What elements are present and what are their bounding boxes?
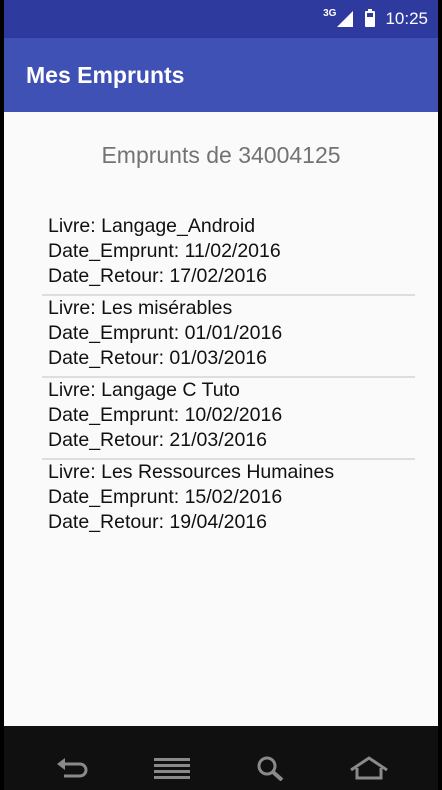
loan-return-date: Date_Retour: 21/03/2016 <box>48 429 267 451</box>
app-screen: 3G 10:25 Mes Emprunts Emprunts de 340041… <box>4 0 438 790</box>
loan-list-item[interactable]: Livre: Langage C Tuto Date_Emprunt: 10/0… <box>42 378 415 460</box>
loan-borrow-date: Date_Emprunt: 10/02/2016 <box>48 404 283 426</box>
back-icon <box>57 758 88 778</box>
app-bar-title: Mes Emprunts <box>26 61 185 88</box>
navigation-bar <box>4 726 438 790</box>
network-type-label: 3G <box>323 7 337 19</box>
home-icon <box>349 756 388 780</box>
back-button[interactable] <box>51 746 95 790</box>
loan-list-item[interactable]: Livre: Les misérables Date_Emprunt: 01/0… <box>42 296 415 378</box>
main-content: Emprunts de 34004125 Livre: Langage_Andr… <box>4 112 438 726</box>
search-icon <box>257 756 284 781</box>
menu-button[interactable] <box>150 746 194 790</box>
loan-return-date: Date_Retour: 19/04/2016 <box>48 511 267 533</box>
loan-book-title: Livre: Les misérables <box>48 297 233 319</box>
loan-return-date: Date_Retour: 17/02/2016 <box>48 265 267 287</box>
loan-list-item[interactable]: Livre: Langage_Android Date_Emprunt: 11/… <box>42 214 415 296</box>
search-button[interactable] <box>248 746 292 790</box>
status-time: 10:25 <box>385 9 428 28</box>
loan-book-title: Livre: Langage C Tuto <box>48 379 240 401</box>
loan-book-title: Livre: Langage_Android <box>48 215 256 237</box>
signal-icon <box>337 11 354 27</box>
loan-borrow-date: Date_Emprunt: 15/02/2016 <box>48 486 283 508</box>
battery-icon <box>365 9 376 27</box>
status-bar: 3G 10:25 <box>4 0 438 38</box>
loan-book-title: Livre: Les Ressources Humaines <box>48 461 335 483</box>
loan-borrow-date: Date_Emprunt: 01/01/2016 <box>48 322 283 344</box>
menu-icon <box>153 758 190 779</box>
app-bar: Mes Emprunts <box>4 38 438 112</box>
loans-list: Livre: Langage_Android Date_Emprunt: 11/… <box>42 214 415 542</box>
loan-list-item[interactable]: Livre: Les Ressources Humaines Date_Empr… <box>42 460 415 542</box>
page-heading: Emprunts de 34004125 <box>101 142 341 168</box>
loan-return-date: Date_Retour: 01/03/2016 <box>48 347 267 369</box>
home-button[interactable] <box>347 746 391 790</box>
loan-borrow-date: Date_Emprunt: 11/02/2016 <box>48 240 281 262</box>
